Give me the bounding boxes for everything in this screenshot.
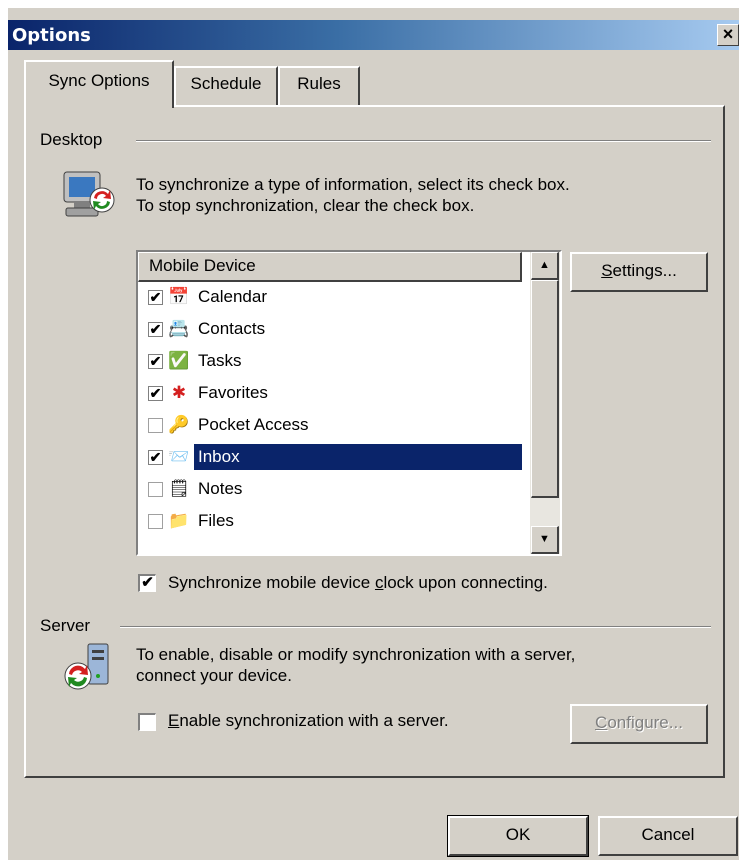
files-checkbox[interactable] xyxy=(148,514,163,529)
server-description: To enable, disable or modify synchroniza… xyxy=(136,644,575,686)
enable-server-sync-label[interactable]: Enable synchronization with a server. xyxy=(168,711,449,731)
inbox-icon: 📨 xyxy=(168,447,190,466)
list-item-inbox[interactable]: ✔ 📨 Inbox xyxy=(138,442,528,472)
ok-button[interactable]: OK xyxy=(447,815,589,857)
desktop-description-line1: To synchronize a type of information, se… xyxy=(136,175,570,194)
settings-label-after: ettings... xyxy=(612,261,677,280)
configure-label-after: onfigure... xyxy=(607,713,683,732)
scroll-down-icon[interactable]: ▼ xyxy=(531,526,559,554)
panel-content: Desktop To synchronize a type of informa… xyxy=(8,8,739,860)
scroll-thumb[interactable] xyxy=(531,280,559,498)
desktop-description: To synchronize a type of information, se… xyxy=(136,174,570,216)
calendar-checkbox[interactable]: ✔ xyxy=(148,290,163,305)
server-section-label: Server xyxy=(40,616,91,635)
favorites-icon: ✱ xyxy=(171,383,187,402)
server-sync-icon xyxy=(64,643,109,690)
contacts-checkbox[interactable]: ✔ xyxy=(148,322,163,337)
list-scrollbar[interactable]: ▲ ▼ xyxy=(530,252,560,554)
settings-button[interactable]: Settings... xyxy=(570,252,708,292)
options-dialog: Options × Sync Options Schedule Rules De… xyxy=(8,8,739,860)
list-item-label: Files xyxy=(198,511,234,530)
pocket-access-checkbox[interactable] xyxy=(148,418,163,433)
list-item-label: Notes xyxy=(198,479,243,498)
desktop-description-line2: To stop synchronization, clear the check… xyxy=(136,196,475,215)
list-item-label: Pocket Access xyxy=(198,415,309,434)
enable-sync-accelerator: E xyxy=(168,711,180,730)
configure-button[interactable]: Configure... xyxy=(570,704,708,744)
list-item-favorites[interactable]: ✔ ✱ Favorites xyxy=(138,378,528,408)
tasks-icon: ✅ xyxy=(168,351,190,370)
notes-icon: 🗒 xyxy=(168,479,190,498)
desktop-section-label: Desktop xyxy=(40,130,103,149)
sync-items-list[interactable]: Mobile Device ✔ 📅 Calendar ✔ 📇 Contacts … xyxy=(136,250,562,556)
tasks-checkbox[interactable]: ✔ xyxy=(148,354,163,369)
list-item-label: Contacts xyxy=(198,319,266,338)
cancel-button[interactable]: Cancel xyxy=(598,816,738,856)
files-icon: 📁 xyxy=(168,511,190,530)
enable-sync-label-after: nable synchronization with a server. xyxy=(179,711,449,730)
list-item-label: Tasks xyxy=(198,351,242,370)
enable-server-sync-checkbox[interactable] xyxy=(138,713,156,731)
list-item-label: Calendar xyxy=(198,287,267,306)
clock-sync-checkbox[interactable]: ✔ xyxy=(138,574,156,592)
favorites-checkbox[interactable]: ✔ xyxy=(148,386,163,401)
pocket-access-icon: 🔑 xyxy=(168,415,190,434)
settings-accelerator: S xyxy=(601,261,613,280)
inbox-checkbox[interactable]: ✔ xyxy=(148,450,163,465)
server-description-line2: connect your device. xyxy=(136,666,292,685)
clock-sync-label-after: lock upon connecting. xyxy=(383,573,548,592)
server-divider xyxy=(120,626,711,628)
list-item-files[interactable]: 📁 Files xyxy=(138,506,528,536)
server-description-line1: To enable, disable or modify synchroniza… xyxy=(136,645,576,664)
notes-checkbox[interactable] xyxy=(148,482,163,497)
list-item-contacts[interactable]: ✔ 📇 Contacts xyxy=(138,314,528,344)
list-item-label: Favorites xyxy=(198,383,268,402)
clock-sync-label-before: Synchronize mobile device xyxy=(168,573,375,592)
scroll-up-icon[interactable]: ▲ xyxy=(531,252,559,280)
mobile-device-column-header[interactable]: Mobile Device xyxy=(138,252,522,282)
calendar-icon: 📅 xyxy=(168,287,190,306)
list-item-calendar[interactable]: ✔ 📅 Calendar xyxy=(138,282,528,312)
list-item-notes[interactable]: 🗒 Notes xyxy=(138,474,528,504)
contacts-icon: 📇 xyxy=(168,319,190,338)
desktop-sync-icon xyxy=(63,171,115,217)
desktop-divider xyxy=(136,140,711,142)
configure-accelerator: C xyxy=(595,713,608,732)
list-item-pocket-access[interactable]: 🔑 Pocket Access xyxy=(138,410,528,440)
clock-sync-label[interactable]: Synchronize mobile device clock upon con… xyxy=(168,573,548,593)
list-item-tasks[interactable]: ✔ ✅ Tasks xyxy=(138,346,528,376)
list-item-label: Inbox xyxy=(194,444,522,470)
